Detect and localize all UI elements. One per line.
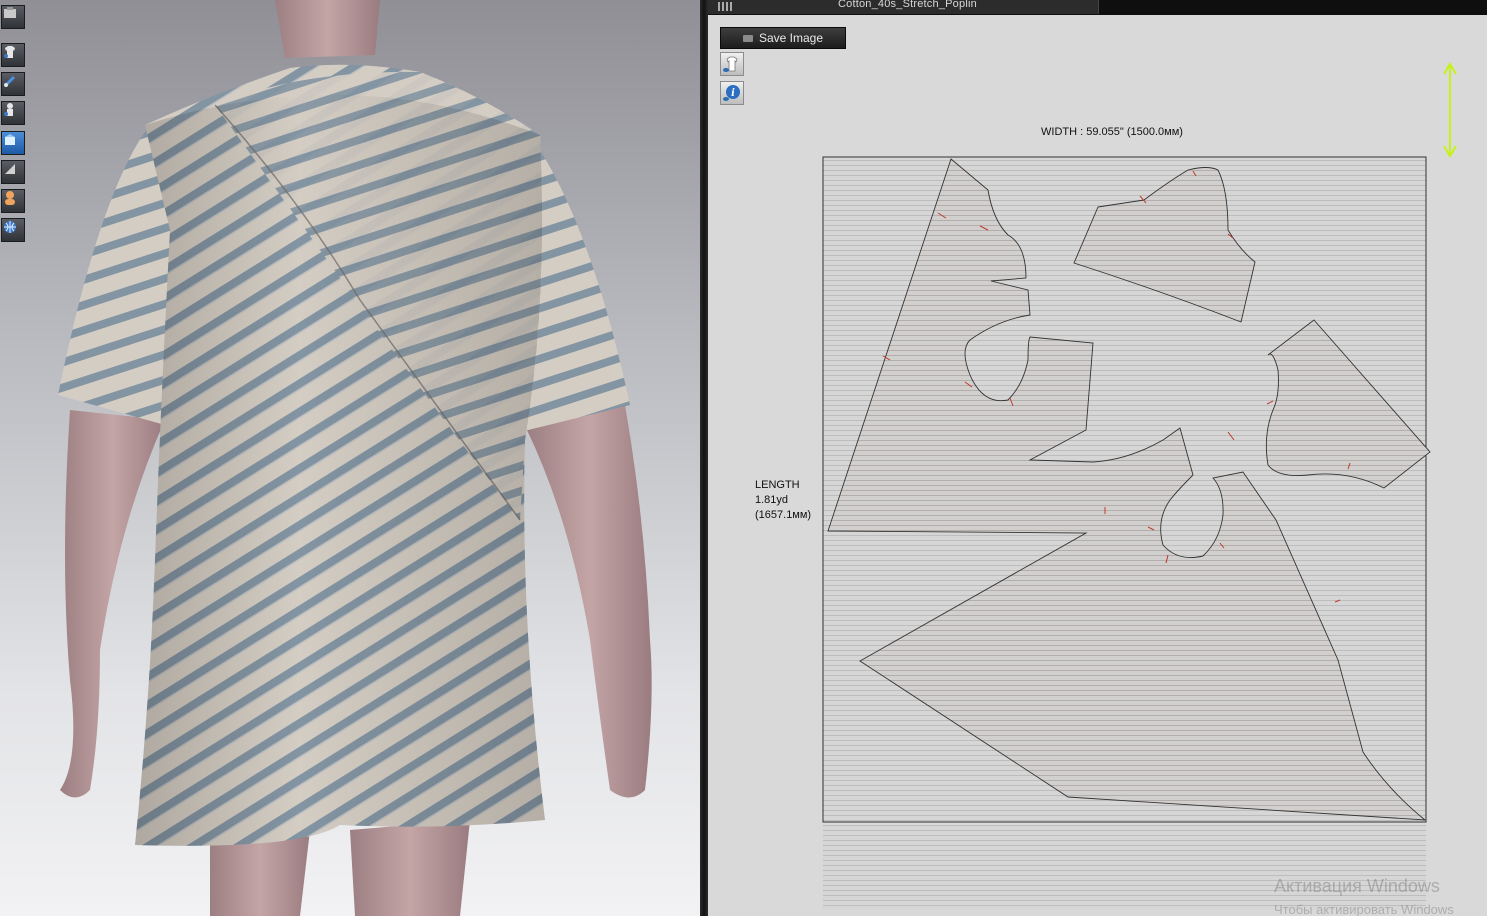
marker-layout: [822, 156, 1431, 910]
show-pins-icon[interactable]: [1, 72, 25, 96]
panel-splitter[interactable]: [700, 0, 708, 916]
avatar-neck: [275, 0, 380, 58]
avatar-right-leg: [350, 820, 470, 916]
world-grid-icon[interactable]: [1, 218, 25, 242]
show-garment-icon[interactable]: [1, 43, 25, 67]
show-avatar-icon[interactable]: [1, 101, 25, 125]
avatar-garment-render: [58, 0, 652, 916]
fabric-overflow: [823, 825, 1426, 910]
grain-arrow-icon: [1443, 62, 1457, 158]
measure-icon[interactable]: [1, 160, 25, 184]
viewport-3d[interactable]: [0, 0, 700, 916]
avatar-right-arm: [527, 405, 652, 798]
garment-shading: [135, 94, 545, 846]
windows-activation-subtitle: Чтобы активировать Windows: [1274, 902, 1454, 916]
render-snapshot-icon[interactable]: [1, 5, 25, 29]
windows-activation-watermark: Активация Windows: [1274, 876, 1440, 896]
texture-icon[interactable]: [1, 131, 25, 155]
avatar-skin-icon[interactable]: [1, 189, 25, 213]
panel-2d-marker[interactable]: Cotton_40s_Stretch_Poplin Save Image i W…: [708, 0, 1487, 916]
